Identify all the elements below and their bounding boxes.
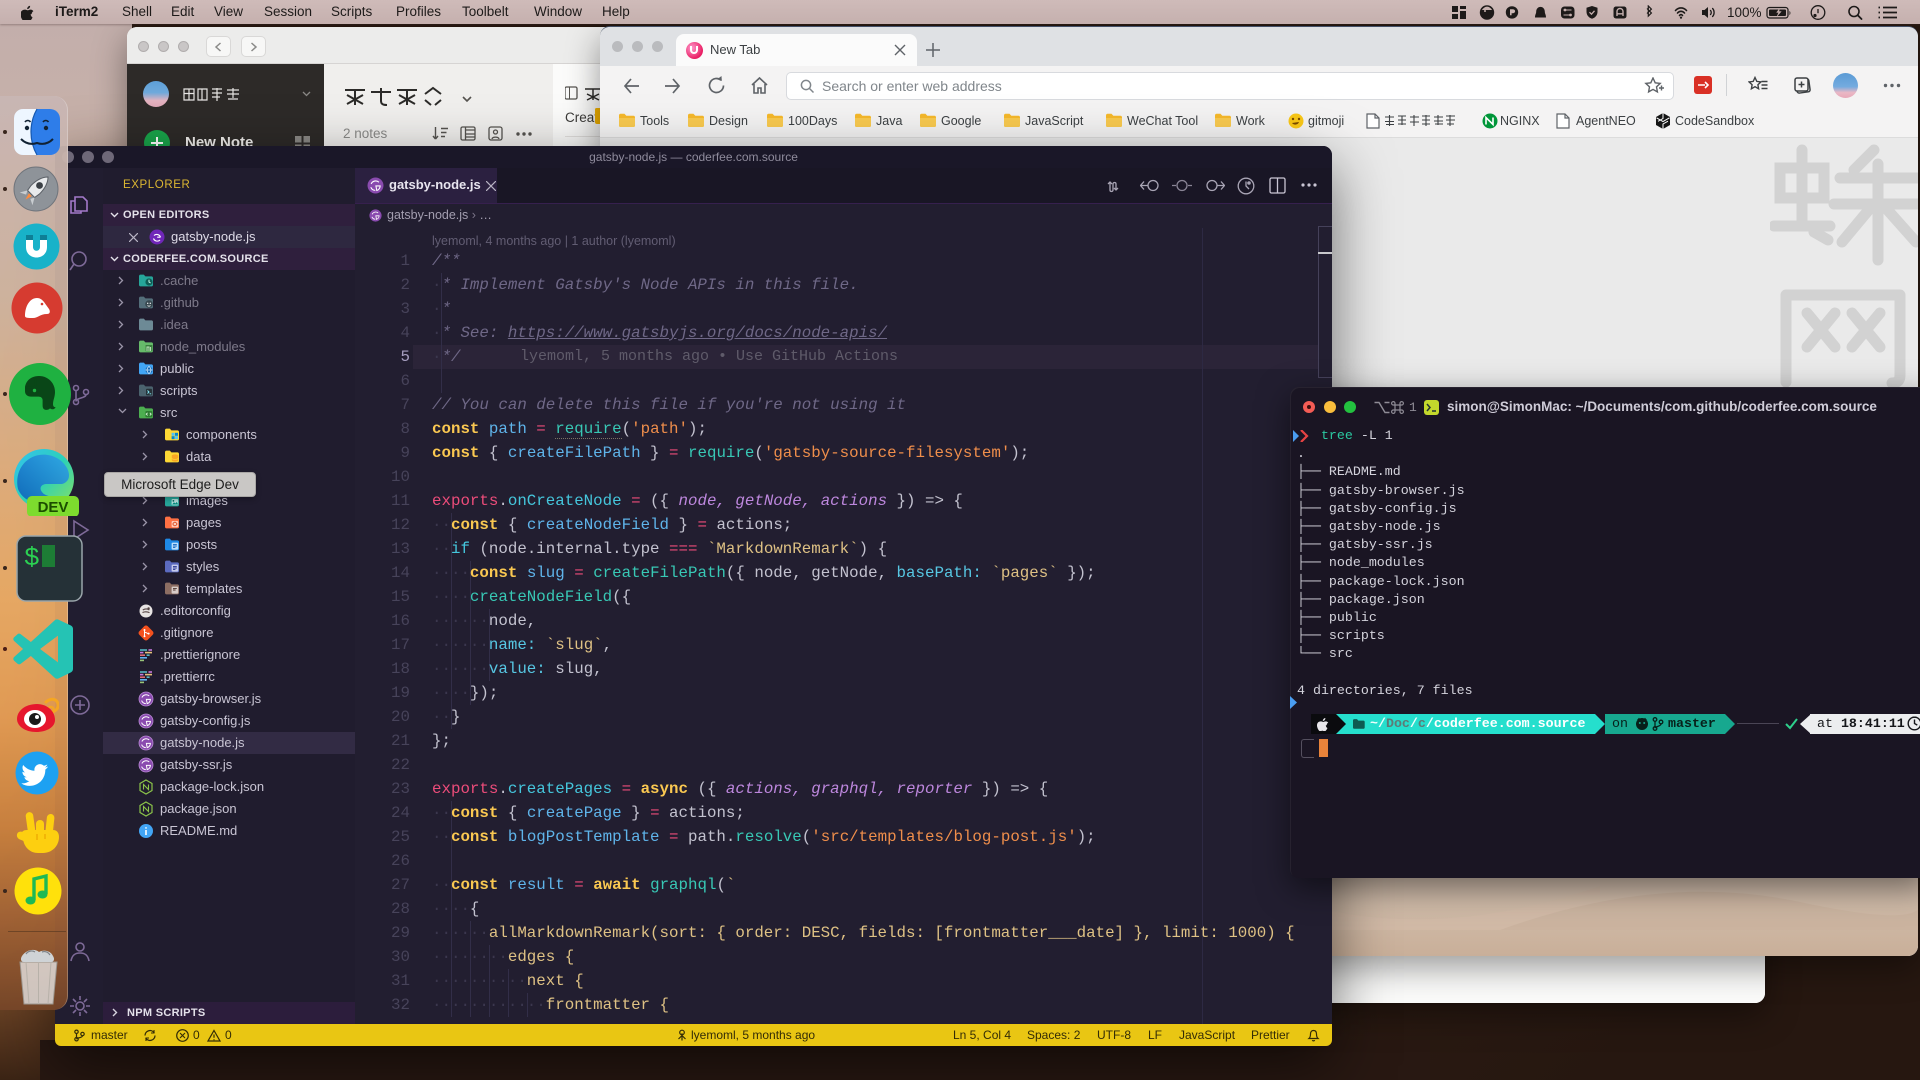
svg-text:DEV: DEV [38, 499, 69, 516]
svg-text:$: $ [24, 543, 40, 573]
svg-text:100%: 100% [1727, 5, 1762, 20]
